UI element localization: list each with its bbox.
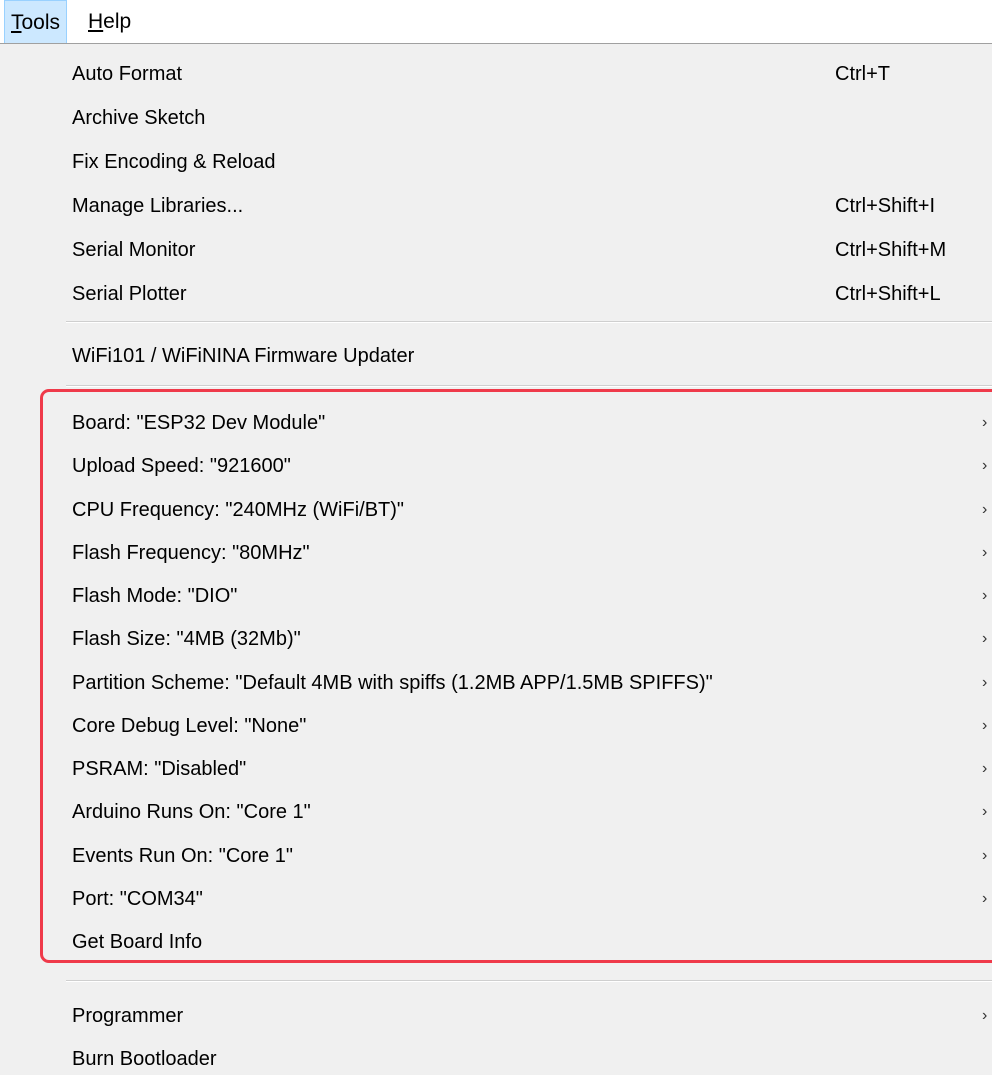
menu-item-port[interactable]: Port: "COM34" › (0, 877, 992, 921)
submenu-arrow-icon: › (982, 630, 988, 647)
menu-item-board[interactable]: Board: "ESP32 Dev Module" › (0, 401, 992, 445)
menu-item-manage-libraries[interactable]: Manage Libraries... Ctrl+Shift+I (0, 184, 992, 228)
menu-item-label: Events Run On: "Core 1" (72, 845, 293, 867)
menu-item-label: Auto Format (72, 63, 183, 85)
menu-item-label: Partition Scheme: "Default 4MB with spif… (72, 672, 713, 694)
menu-item-flash-frequency[interactable]: Flash Frequency: "80MHz" › (0, 531, 992, 575)
menu-item-events-run-on[interactable]: Events Run On: "Core 1" › (0, 834, 992, 878)
submenu-arrow-icon: › (982, 544, 988, 561)
help-menu[interactable]: Help (82, 0, 137, 43)
menu-item-label: Core Debug Level: "None" (72, 715, 307, 737)
menu-item-core-debug-level[interactable]: Core Debug Level: "None" › (0, 704, 992, 748)
menu-item-label: PSRAM: "Disabled" (72, 758, 247, 780)
submenu-arrow-icon: › (982, 501, 988, 518)
menu-item-serial-monitor[interactable]: Serial Monitor Ctrl+Shift+M (0, 228, 992, 272)
menu-separator (66, 385, 992, 387)
menu-item-fix-encoding[interactable]: Fix Encoding & Reload (0, 140, 992, 184)
menu-item-firmware-updater[interactable]: WiFi101 / WiFiNINA Firmware Updater (0, 334, 992, 378)
menu-item-label: Board: "ESP32 Dev Module" (72, 412, 326, 434)
menu-item-serial-plotter[interactable]: Serial Plotter Ctrl+Shift+L (0, 272, 992, 316)
menu-item-shortcut: Ctrl+Shift+I (835, 195, 936, 217)
submenu-arrow-icon: › (982, 457, 988, 474)
menu-item-label: Fix Encoding & Reload (72, 151, 276, 173)
menu-item-label: Burn Bootloader (72, 1048, 217, 1070)
tools-menu-label: Tools (11, 11, 61, 34)
menu-item-partition-scheme[interactable]: Partition Scheme: "Default 4MB with spif… (0, 661, 992, 705)
menu-item-label: Flash Size: "4MB (32Mb)" (72, 628, 301, 650)
submenu-arrow-icon: › (982, 414, 988, 431)
menu-item-label: Arduino Runs On: "Core 1" (72, 801, 311, 823)
menu-item-label: CPU Frequency: "240MHz (WiFi/BT)" (72, 499, 405, 521)
submenu-arrow-icon: › (982, 1007, 988, 1024)
menu-item-get-board-info[interactable]: Get Board Info (0, 920, 992, 964)
submenu-arrow-icon: › (982, 674, 988, 691)
menu-item-arduino-runs-on[interactable]: Arduino Runs On: "Core 1" › (0, 790, 992, 834)
menu-item-label: Serial Plotter (72, 283, 187, 305)
menu-item-cpu-frequency[interactable]: CPU Frequency: "240MHz (WiFi/BT)" › (0, 488, 992, 532)
menu-separator (66, 980, 992, 982)
help-menu-label: Help (88, 10, 132, 33)
tools-menu[interactable]: Tools (4, 0, 68, 43)
submenu-arrow-icon: › (982, 760, 988, 777)
menu-item-label: Flash Mode: "DIO" (72, 585, 238, 607)
menu-item-label: Archive Sketch (72, 107, 206, 129)
submenu-arrow-icon: › (982, 803, 988, 820)
menu-item-label: WiFi101 / WiFiNINA Firmware Updater (72, 345, 415, 367)
menu-item-label: Get Board Info (72, 931, 203, 953)
menu-item-flash-mode[interactable]: Flash Mode: "DIO" › (0, 574, 992, 618)
menu-item-label: Upload Speed: "921600" (72, 455, 291, 477)
submenu-arrow-icon: › (982, 890, 988, 907)
menu-item-label: Port: "COM34" (72, 888, 203, 910)
menu-bar: Tools Help (0, 0, 992, 44)
menu-item-burn-bootloader[interactable]: Burn Bootloader (0, 1037, 992, 1075)
menu-item-shortcut: Ctrl+Shift+L (835, 283, 941, 305)
menu-item-archive-sketch[interactable]: Archive Sketch (0, 96, 992, 140)
menu-item-programmer[interactable]: Programmer › (0, 994, 992, 1038)
menu-item-psram[interactable]: PSRAM: "Disabled" › (0, 747, 992, 791)
menu-item-flash-size[interactable]: Flash Size: "4MB (32Mb)" › (0, 617, 992, 661)
menu-separator (66, 321, 992, 323)
menu-item-label: Programmer (72, 1005, 184, 1027)
menu-item-label: Flash Frequency: "80MHz" (72, 542, 310, 564)
submenu-arrow-icon: › (982, 717, 988, 734)
submenu-arrow-icon: › (982, 587, 988, 604)
menu-item-shortcut: Ctrl+T (835, 63, 890, 85)
menu-item-upload-speed[interactable]: Upload Speed: "921600" › (0, 444, 992, 488)
tools-dropdown-menu: Auto Format Ctrl+T Archive Sketch Fix En… (0, 44, 992, 1075)
menu-item-label: Serial Monitor (72, 239, 196, 261)
menu-item-label: Manage Libraries... (72, 195, 244, 217)
menu-item-auto-format[interactable]: Auto Format Ctrl+T (0, 52, 992, 96)
menu-item-shortcut: Ctrl+Shift+M (835, 239, 947, 261)
submenu-arrow-icon: › (982, 847, 988, 864)
